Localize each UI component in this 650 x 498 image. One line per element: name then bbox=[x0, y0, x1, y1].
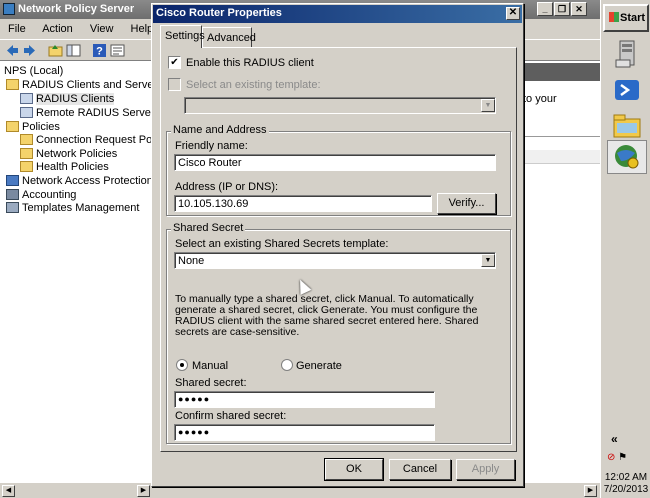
manual-label: Manual bbox=[192, 360, 229, 372]
scroll-right-icon[interactable]: ▶ bbox=[137, 485, 150, 497]
taskbar: Start « ⊘ ⚑ 12:02 AM 7/20/2013 bbox=[600, 0, 650, 498]
flag-icon[interactable]: ⚑ bbox=[618, 452, 627, 463]
generate-radio[interactable] bbox=[281, 359, 293, 371]
tree-item-radius-clients[interactable]: RADIUS Clients bbox=[20, 93, 115, 106]
manual-radio[interactable] bbox=[176, 359, 188, 371]
folder-icon bbox=[6, 121, 19, 132]
secret-template-dropdown[interactable]: None bbox=[174, 252, 496, 269]
console-tree: NPS (Local) RADIUS Clients and Servers R… bbox=[0, 62, 188, 482]
menu-help[interactable]: Help bbox=[131, 23, 154, 35]
tree-item-accounting[interactable]: Accounting bbox=[6, 189, 76, 202]
cancel-button[interactable]: Cancel bbox=[389, 459, 451, 480]
clock[interactable]: 12:02 AM 7/20/2013 bbox=[601, 472, 650, 496]
network-error-icon[interactable]: ⊘ bbox=[607, 452, 615, 463]
menu-file[interactable]: File bbox=[8, 23, 26, 35]
settings-panel: ✔ Enable this RADIUS client Select an ex… bbox=[160, 47, 517, 452]
right-pane-text: to your bbox=[523, 93, 557, 105]
right-pane-header bbox=[519, 63, 600, 81]
confirm-secret-input[interactable]: ●●●●● bbox=[174, 424, 435, 441]
properties-icon[interactable] bbox=[110, 43, 125, 58]
folder-icon bbox=[20, 161, 33, 172]
server-group-icon bbox=[20, 107, 33, 118]
powershell-icon[interactable] bbox=[611, 74, 643, 106]
scroll-left-icon[interactable]: ◀ bbox=[2, 485, 15, 497]
enable-client-checkbox[interactable]: ✔ bbox=[168, 56, 181, 69]
tree-item-radius-clients-servers[interactable]: RADIUS Clients and Servers bbox=[6, 79, 163, 92]
secret-template-label: Select an existing Shared Secrets templa… bbox=[175, 238, 389, 250]
tree-item-network-policies[interactable]: Network Policies bbox=[20, 148, 117, 161]
scroll-right-icon[interactable]: ▶ bbox=[584, 485, 597, 497]
shared-secret-label: Shared secret: bbox=[175, 377, 247, 389]
dialog-title-bar: Cisco Router Properties ✕ bbox=[153, 5, 522, 23]
confirm-secret-label: Confirm shared secret: bbox=[175, 410, 287, 422]
folder-icon bbox=[6, 79, 19, 90]
help-icon[interactable]: ? bbox=[92, 43, 107, 58]
shared-secret-input[interactable]: ●●●●● bbox=[174, 391, 435, 408]
accounting-icon bbox=[6, 189, 19, 200]
minimize-icon[interactable]: _ bbox=[537, 2, 553, 16]
tray-expand-icon[interactable]: « bbox=[611, 432, 618, 446]
clock-time: 12:02 AM bbox=[604, 472, 648, 483]
nps-app-icon bbox=[3, 3, 15, 15]
show-hide-tree-icon[interactable] bbox=[66, 43, 81, 58]
dialog-title: Cisco Router Properties bbox=[156, 7, 282, 19]
template-dropdown[interactable] bbox=[184, 97, 496, 114]
tree-item-nps-local[interactable]: NPS (Local) bbox=[4, 65, 63, 78]
tab-advanced[interactable]: Advanced bbox=[202, 27, 256, 47]
nap-icon bbox=[6, 175, 19, 186]
tree-item-templates-management[interactable]: Templates Management bbox=[6, 202, 139, 215]
existing-template-label: Select an existing template: bbox=[186, 79, 321, 91]
up-folder-icon[interactable] bbox=[48, 43, 63, 58]
apply-button[interactable]: Apply bbox=[456, 459, 515, 480]
close-icon[interactable]: ✕ bbox=[571, 2, 587, 16]
forward-arrow-icon[interactable] bbox=[22, 43, 37, 58]
server-manager-icon[interactable] bbox=[611, 38, 643, 70]
nps-window-title: Network Policy Server bbox=[18, 3, 135, 15]
existing-template-checkbox[interactable] bbox=[168, 78, 181, 91]
close-icon[interactable]: ✕ bbox=[506, 7, 520, 20]
menu-view[interactable]: View bbox=[90, 23, 114, 35]
windows-flag-icon bbox=[609, 12, 619, 22]
chevron-down-icon[interactable]: ▼ bbox=[481, 254, 495, 267]
chevron-down-icon[interactable]: ▼ bbox=[481, 99, 495, 112]
nps-globe-icon[interactable] bbox=[611, 141, 643, 173]
clock-date: 7/20/2013 bbox=[603, 484, 649, 495]
divider bbox=[519, 136, 600, 137]
folder-icon bbox=[20, 148, 33, 159]
list-header bbox=[519, 150, 600, 164]
menu-action[interactable]: Action bbox=[42, 23, 73, 35]
properties-dialog: Cisco Router Properties ✕ Settings Advan… bbox=[151, 3, 524, 487]
verify-button[interactable]: Verify... bbox=[437, 193, 496, 214]
tray-icons: ⊘ ⚑ bbox=[607, 452, 627, 463]
svg-text:?: ? bbox=[96, 46, 103, 58]
address-label: Address (IP or DNS): bbox=[175, 181, 279, 193]
back-arrow-icon[interactable] bbox=[5, 43, 20, 58]
explorer-folder-icon[interactable] bbox=[611, 110, 643, 142]
friendly-name-label: Friendly name: bbox=[175, 140, 248, 152]
templates-icon bbox=[6, 202, 19, 213]
folder-icon bbox=[20, 134, 33, 145]
enable-client-label: Enable this RADIUS client bbox=[186, 57, 314, 69]
address-input[interactable]: 10.105.130.69 bbox=[174, 195, 432, 212]
shared-secret-title: Shared Secret bbox=[171, 222, 246, 234]
client-icon bbox=[20, 93, 33, 104]
secret-info-text: To manually type a shared secret, click … bbox=[175, 293, 479, 338]
tree-item-health-policies[interactable]: Health Policies bbox=[20, 161, 109, 174]
restore-icon[interactable]: ❐ bbox=[554, 2, 570, 16]
name-address-title: Name and Address bbox=[171, 124, 269, 136]
tab-settings[interactable]: Settings bbox=[160, 25, 205, 48]
tree-item-network-access-protection[interactable]: Network Access Protection bbox=[6, 175, 153, 188]
generate-label: Generate bbox=[296, 360, 342, 372]
start-button[interactable]: Start bbox=[603, 4, 649, 32]
friendly-name-input[interactable]: Cisco Router bbox=[174, 154, 496, 171]
tree-item-policies[interactable]: Policies bbox=[6, 121, 60, 134]
ok-button[interactable]: OK bbox=[324, 458, 384, 481]
